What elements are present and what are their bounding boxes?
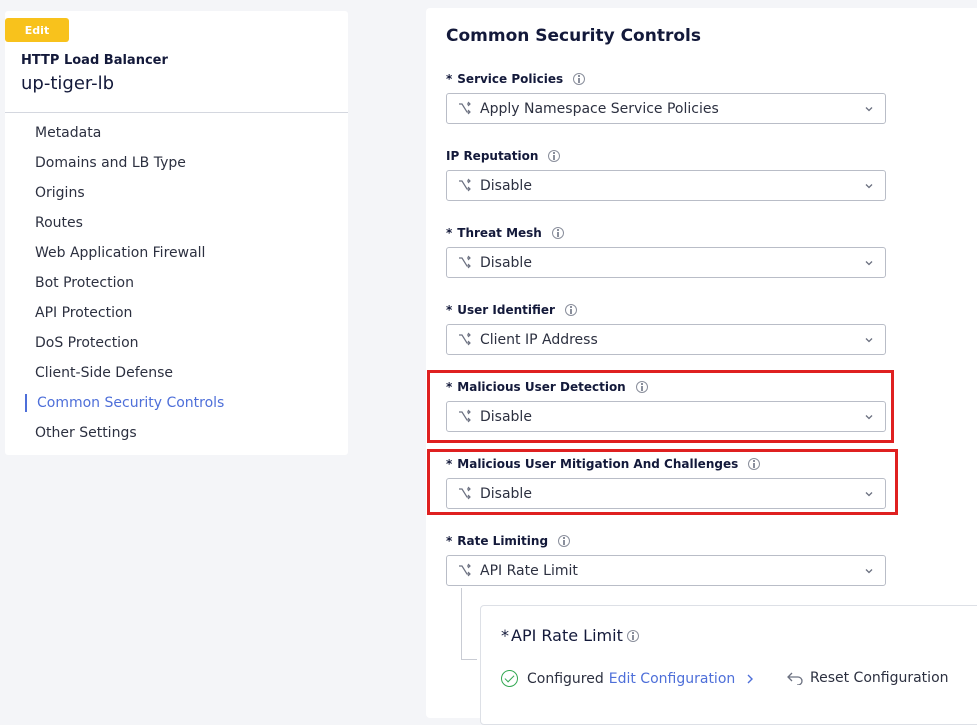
malicious-user-mitigation-field: * Malicious User Mitigation And Challeng… — [446, 455, 886, 509]
chevron-down-icon — [865, 261, 873, 266]
user-identifier-label: User Identifier — [457, 303, 555, 317]
lb-type-label: HTTP Load Balancer — [21, 53, 168, 68]
required-mark: * — [446, 226, 453, 240]
threat-mesh-field: * Threat Mesh Disable — [446, 224, 886, 278]
chevron-down-icon — [865, 338, 873, 343]
rate-limiting-label: Rate Limiting — [457, 534, 549, 548]
service-policies-field: * Service Policies Apply Namespace Servi… — [446, 70, 886, 124]
sidebar-item-bot-protection[interactable]: Bot Protection — [5, 268, 348, 298]
ip-reputation-field: IP Reputation Disable — [446, 147, 886, 201]
chevron-right-icon[interactable] — [745, 673, 755, 685]
configured-status: Configured — [527, 670, 604, 687]
sidebar-item-common-security-controls[interactable]: Common Security Controls — [5, 388, 348, 418]
sidebar-item-api-protection[interactable]: API Protection — [5, 298, 348, 328]
threat-mesh-value: Disable — [480, 254, 532, 271]
merge-icon — [457, 332, 473, 348]
info-icon[interactable] — [635, 381, 648, 393]
info-icon[interactable] — [626, 629, 639, 642]
tree-connector — [461, 588, 477, 660]
sidebar-item-origins[interactable]: Origins — [5, 178, 348, 208]
rate-limiting-field: * Rate Limiting API Rate Limit — [446, 532, 886, 586]
malicious-user-detection-label: Malicious User Detection — [457, 380, 626, 394]
info-icon[interactable] — [548, 150, 561, 162]
malicious-user-mitigation-label: Malicious User Mitigation And Challenges — [457, 457, 739, 471]
sidebar-nav: Metadata Domains and LB Type Origins Rou… — [5, 118, 348, 448]
user-identifier-value: Client IP Address — [480, 331, 598, 348]
info-icon[interactable] — [748, 458, 761, 470]
required-mark: * — [501, 626, 509, 645]
ip-reputation-select[interactable]: Disable — [446, 170, 886, 201]
sidebar-item-routes[interactable]: Routes — [5, 208, 348, 238]
sidebar-item-other-settings[interactable]: Other Settings — [5, 418, 348, 448]
merge-icon — [457, 409, 473, 425]
user-identifier-select[interactable]: Client IP Address — [446, 324, 886, 355]
page-title: Common Security Controls — [446, 26, 701, 46]
edit-badge: Edit — [5, 18, 69, 42]
merge-icon — [457, 101, 473, 117]
main-panel: Common Security Controls * Service Polic… — [426, 8, 977, 725]
configuration-row: Configured Edit Configuration — [501, 670, 755, 687]
required-mark: * — [446, 303, 453, 317]
reset-configuration-button[interactable]: Reset Configuration — [786, 670, 949, 686]
chevron-down-icon — [865, 569, 873, 574]
edit-configuration-link[interactable]: Edit Configuration — [609, 671, 736, 687]
merge-icon — [457, 255, 473, 271]
user-identifier-field: * User Identifier Client IP Address — [446, 301, 886, 355]
merge-icon — [457, 563, 473, 579]
info-icon[interactable] — [551, 227, 564, 239]
info-icon[interactable] — [558, 535, 571, 547]
check-circle-icon — [501, 670, 518, 687]
rate-limiting-select[interactable]: API Rate Limit — [446, 555, 886, 586]
threat-mesh-label: Threat Mesh — [457, 226, 542, 240]
required-mark: * — [446, 380, 453, 394]
malicious-user-detection-value: Disable — [480, 408, 532, 425]
malicious-user-detection-select[interactable]: Disable — [446, 401, 886, 432]
ip-reputation-label: IP Reputation — [446, 149, 539, 163]
info-icon[interactable] — [564, 304, 577, 316]
api-rate-limit-card: * API Rate Limit Configured Edit Configu… — [480, 605, 977, 725]
sidebar-item-metadata[interactable]: Metadata — [5, 118, 348, 148]
lb-name: up-tiger-lb — [21, 73, 115, 94]
sidebar-item-dos-protection[interactable]: DoS Protection — [5, 328, 348, 358]
service-policies-label: Service Policies — [457, 72, 564, 86]
required-mark: * — [446, 72, 453, 86]
api-rate-limit-title: API Rate Limit — [511, 626, 623, 645]
chevron-down-icon — [865, 415, 873, 420]
rate-limiting-value: API Rate Limit — [480, 562, 578, 579]
ip-reputation-value: Disable — [480, 177, 532, 194]
chevron-down-icon — [865, 184, 873, 189]
info-icon[interactable] — [573, 73, 586, 85]
service-policies-value: Apply Namespace Service Policies — [480, 100, 719, 117]
reset-configuration-label: Reset Configuration — [810, 670, 949, 686]
malicious-user-detection-field: * Malicious User Detection Disable — [446, 378, 886, 432]
chevron-down-icon — [865, 107, 873, 112]
malicious-user-mitigation-value: Disable — [480, 485, 532, 502]
required-mark: * — [446, 457, 453, 471]
sidebar-divider — [5, 112, 348, 113]
chevron-down-icon — [865, 492, 873, 497]
service-policies-select[interactable]: Apply Namespace Service Policies — [446, 93, 886, 124]
merge-icon — [457, 178, 473, 194]
sidebar-item-domains-lb-type[interactable]: Domains and LB Type — [5, 148, 348, 178]
sidebar-item-waf[interactable]: Web Application Firewall — [5, 238, 348, 268]
threat-mesh-select[interactable]: Disable — [446, 247, 886, 278]
merge-icon — [457, 486, 473, 502]
required-mark: * — [446, 534, 453, 548]
sidebar-item-client-side-defense[interactable]: Client-Side Defense — [5, 358, 348, 388]
undo-icon — [787, 672, 803, 685]
malicious-user-mitigation-select[interactable]: Disable — [446, 478, 886, 509]
sidebar: Edit HTTP Load Balancer up-tiger-lb Meta… — [5, 11, 348, 455]
